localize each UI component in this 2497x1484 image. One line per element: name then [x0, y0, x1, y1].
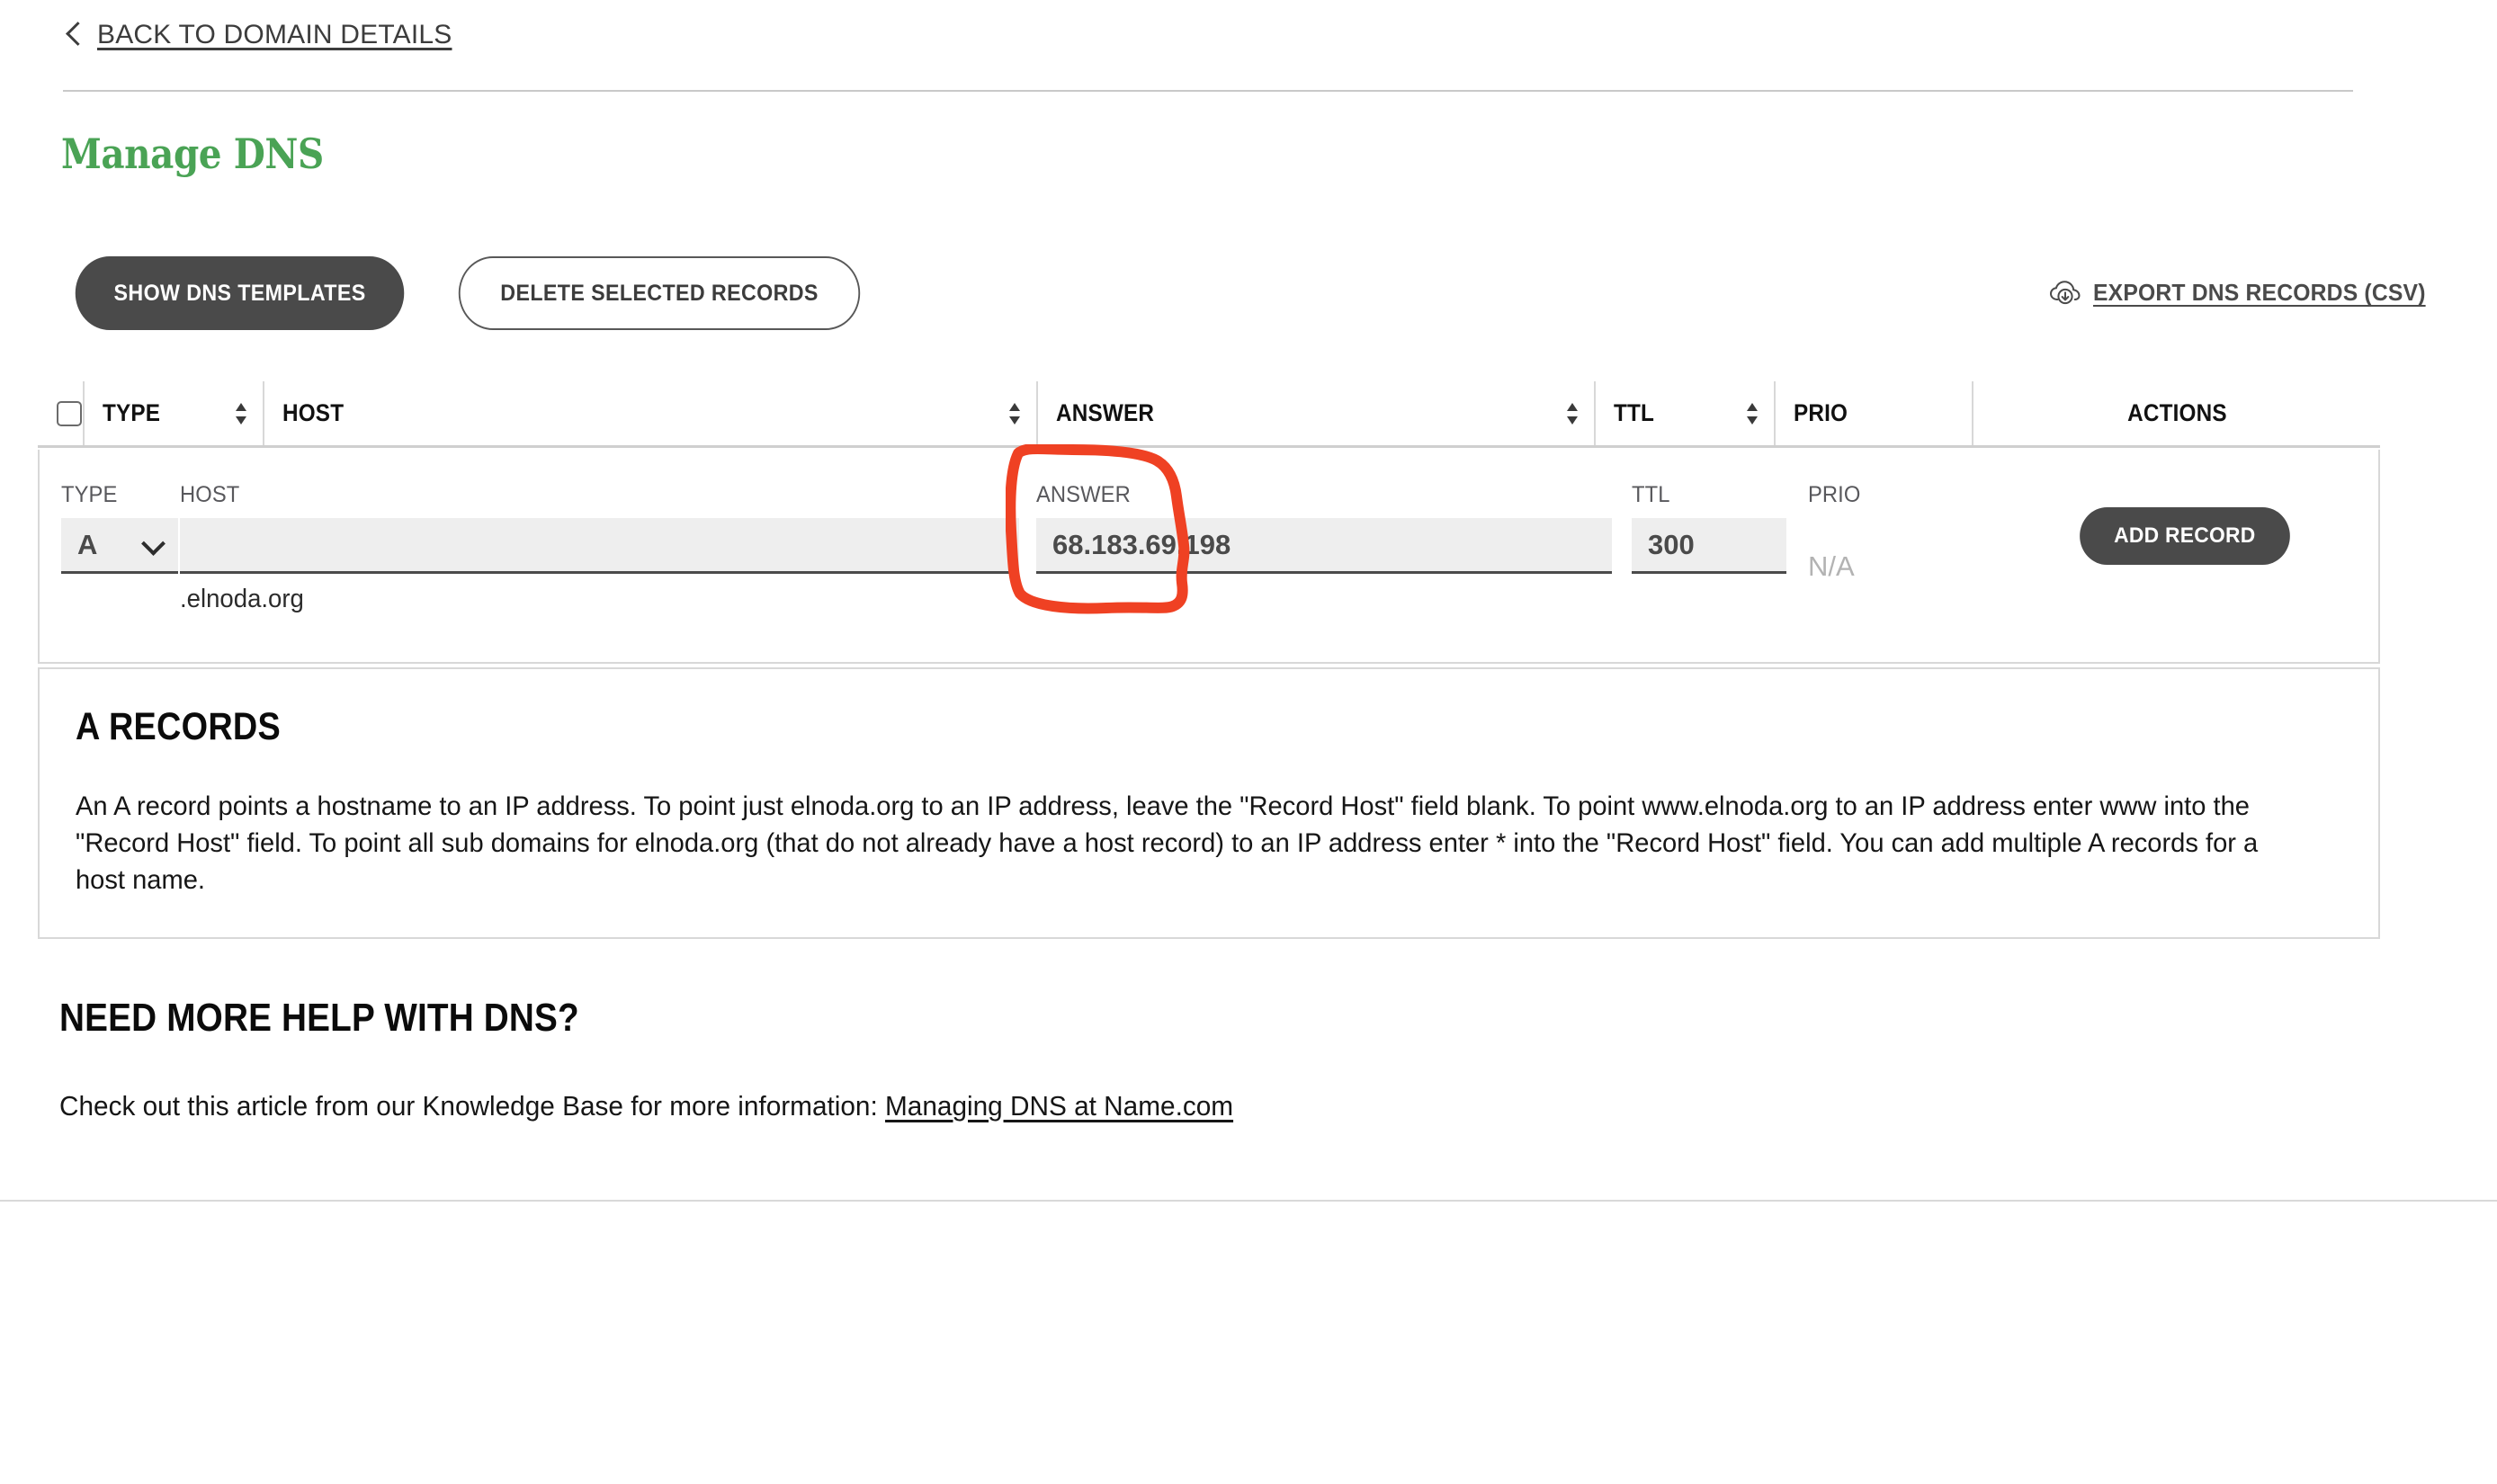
type-select-value: A [77, 528, 98, 560]
export-dns-records-link[interactable]: EXPORT DNS RECORDS (CSV) [2049, 279, 2443, 307]
column-header-answer[interactable]: ANSWER [1036, 381, 1594, 445]
answer-field-label: ANSWER [1036, 482, 1131, 507]
back-link-label[interactable]: BACK TO DOMAIN DETAILS [97, 20, 452, 50]
host-field-label: HOST [180, 482, 240, 507]
column-header-prio-label: PRIO [1794, 399, 1848, 426]
column-header-actions: ACTIONS [1972, 381, 2380, 445]
footer: DOMAIN NAMES Domain Name Search Renew My… [0, 1202, 2497, 1484]
delete-selected-records-button[interactable]: DELETE SELECTED RECORDS [458, 256, 861, 330]
prio-value: N/A [1808, 550, 1855, 582]
help-heading: NEED MORE HELP WITH DNS? [59, 996, 579, 1040]
column-header-type-label: TYPE [103, 399, 161, 426]
add-record-form-row: TYPE A HOST .elnoda.org ANSWER 68.183.69… [38, 450, 2380, 664]
ttl-input[interactable]: 300 [1632, 518, 1786, 574]
sort-arrows-icon[interactable] [1007, 400, 1022, 427]
ttl-field-label: TTL [1632, 482, 1670, 507]
column-header-answer-label: ANSWER [1056, 399, 1155, 426]
info-panel-heading: A RECORDS [76, 705, 282, 748]
column-header-host[interactable]: HOST [263, 381, 1036, 445]
a-records-info-panel: A RECORDS An A record points a hostname … [38, 667, 2380, 939]
header-divider [63, 90, 2353, 92]
manage-dns-page: BACK TO DOMAIN DETAILS Manage DNS SHOW D… [0, 0, 2497, 1484]
column-header-prio: PRIO [1774, 381, 1972, 445]
sort-arrows-icon[interactable] [1745, 400, 1759, 427]
select-all-checkbox[interactable] [57, 400, 82, 426]
sort-arrows-icon[interactable] [234, 400, 248, 427]
help-text: Check out this article from our Knowledg… [59, 1090, 886, 1122]
type-field-label: TYPE [61, 482, 118, 507]
chevron-down-icon [142, 533, 166, 557]
answer-input[interactable]: 68.183.69.198 [1036, 518, 1612, 574]
host-suffix-label: .elnoda.org [180, 585, 304, 613]
host-input[interactable] [180, 518, 1019, 574]
type-select[interactable]: A [61, 518, 178, 574]
select-all-cell [38, 381, 83, 445]
prio-field-label: PRIO [1808, 482, 1861, 507]
cloud-download-icon [2049, 280, 2081, 307]
chevron-left-icon [63, 20, 83, 50]
column-header-actions-label: ACTIONS [2126, 399, 2227, 426]
dns-records-table-header: TYPE HOST ANSWER TTL PRIO ACTIONS [38, 381, 2380, 448]
answer-input-value: 68.183.69.198 [1052, 528, 1231, 560]
ttl-input-value: 300 [1648, 528, 1695, 560]
back-to-domain-details-link[interactable]: BACK TO DOMAIN DETAILS [63, 20, 2366, 50]
column-header-ttl-label: TTL [1614, 399, 1655, 426]
export-link-label[interactable]: EXPORT DNS RECORDS (CSV) [2093, 279, 2426, 307]
help-paragraph: Check out this article from our Knowledg… [59, 1090, 1233, 1122]
column-header-ttl[interactable]: TTL [1594, 381, 1774, 445]
show-dns-templates-button[interactable]: SHOW DNS TEMPLATES [75, 256, 405, 330]
page-title: Manage DNS [61, 130, 324, 178]
type-select-wrapper[interactable]: A [61, 518, 178, 574]
toolbar: SHOW DNS TEMPLATES DELETE SELECTED RECOR… [63, 256, 875, 330]
sort-arrows-icon[interactable] [1565, 400, 1580, 427]
column-header-host-label: HOST [282, 399, 345, 426]
add-record-button[interactable]: ADD RECORD [2080, 507, 2290, 565]
info-panel-body: An A record points a hostname to an IP a… [76, 791, 2259, 895]
column-header-type[interactable]: TYPE [83, 381, 263, 445]
managing-dns-article-link[interactable]: Managing DNS at Name.com [885, 1090, 1233, 1122]
